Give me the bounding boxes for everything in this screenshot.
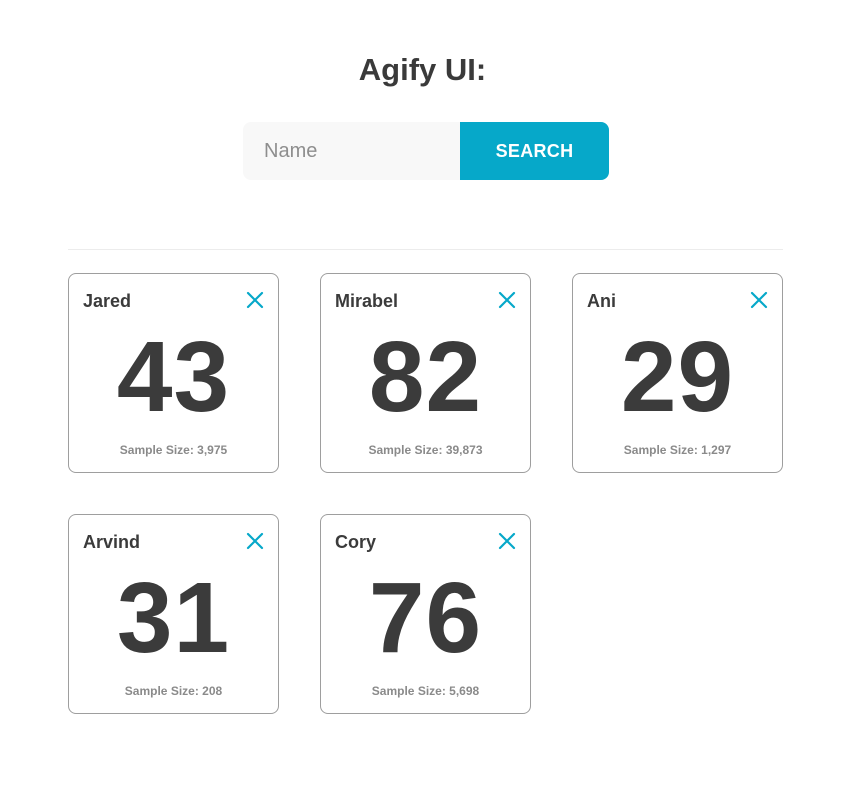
sample-size-value: 5,698 [449,684,480,698]
sample-size-label: Sample Size: [368,443,443,457]
card-age: 31 [116,562,231,674]
card-name: Ani [587,291,616,311]
card-name: Cory [335,532,377,552]
sample-size: Sample Size: 208 [69,684,278,698]
sample-size: Sample Size: 3,975 [69,443,278,457]
age-card: Arvind 31 Sample Size: 208 [68,514,279,714]
sample-size-label: Sample Size: [119,443,194,457]
divider [68,249,783,250]
close-icon[interactable] [245,531,265,551]
sample-size-label: Sample Size: [124,684,199,698]
search-button[interactable]: SEARCH [460,122,609,180]
card-age: 82 [368,321,483,433]
close-icon[interactable] [497,531,517,551]
card-age: 43 [116,321,231,433]
sample-size: Sample Size: 5,698 [321,684,530,698]
card-name: Arvind [83,532,141,552]
sample-size-value: 208 [202,684,223,698]
sample-size: Sample Size: 1,297 [573,443,782,457]
card-age: 76 [368,562,483,674]
close-icon[interactable] [749,290,769,310]
age-card: Ani 29 Sample Size: 1,297 [572,273,783,473]
sample-size-value: 39,873 [445,443,483,457]
card-name: Jared [83,291,132,311]
age-card: Mirabel 82 Sample Size: 39,873 [320,273,531,473]
age-card: Jared 43 Sample Size: 3,975 [68,273,279,473]
sample-size-label: Sample Size: [623,443,698,457]
sample-size-value: 1,297 [701,443,732,457]
close-icon[interactable] [245,290,265,310]
close-icon[interactable] [497,290,517,310]
card-age: 29 [620,321,735,433]
sample-size-value: 3,975 [197,443,228,457]
sample-size-label: Sample Size: [371,684,446,698]
sample-size: Sample Size: 39,873 [321,443,530,457]
page: Agify UI: SEARCH Jared 43 Sample Size: 3… [0,0,845,796]
search-bar: SEARCH [243,122,609,180]
name-input[interactable] [243,122,460,180]
card-name: Mirabel [335,291,399,311]
page-title: Agify UI: [358,52,487,87]
age-card: Cory 76 Sample Size: 5,698 [320,514,531,714]
